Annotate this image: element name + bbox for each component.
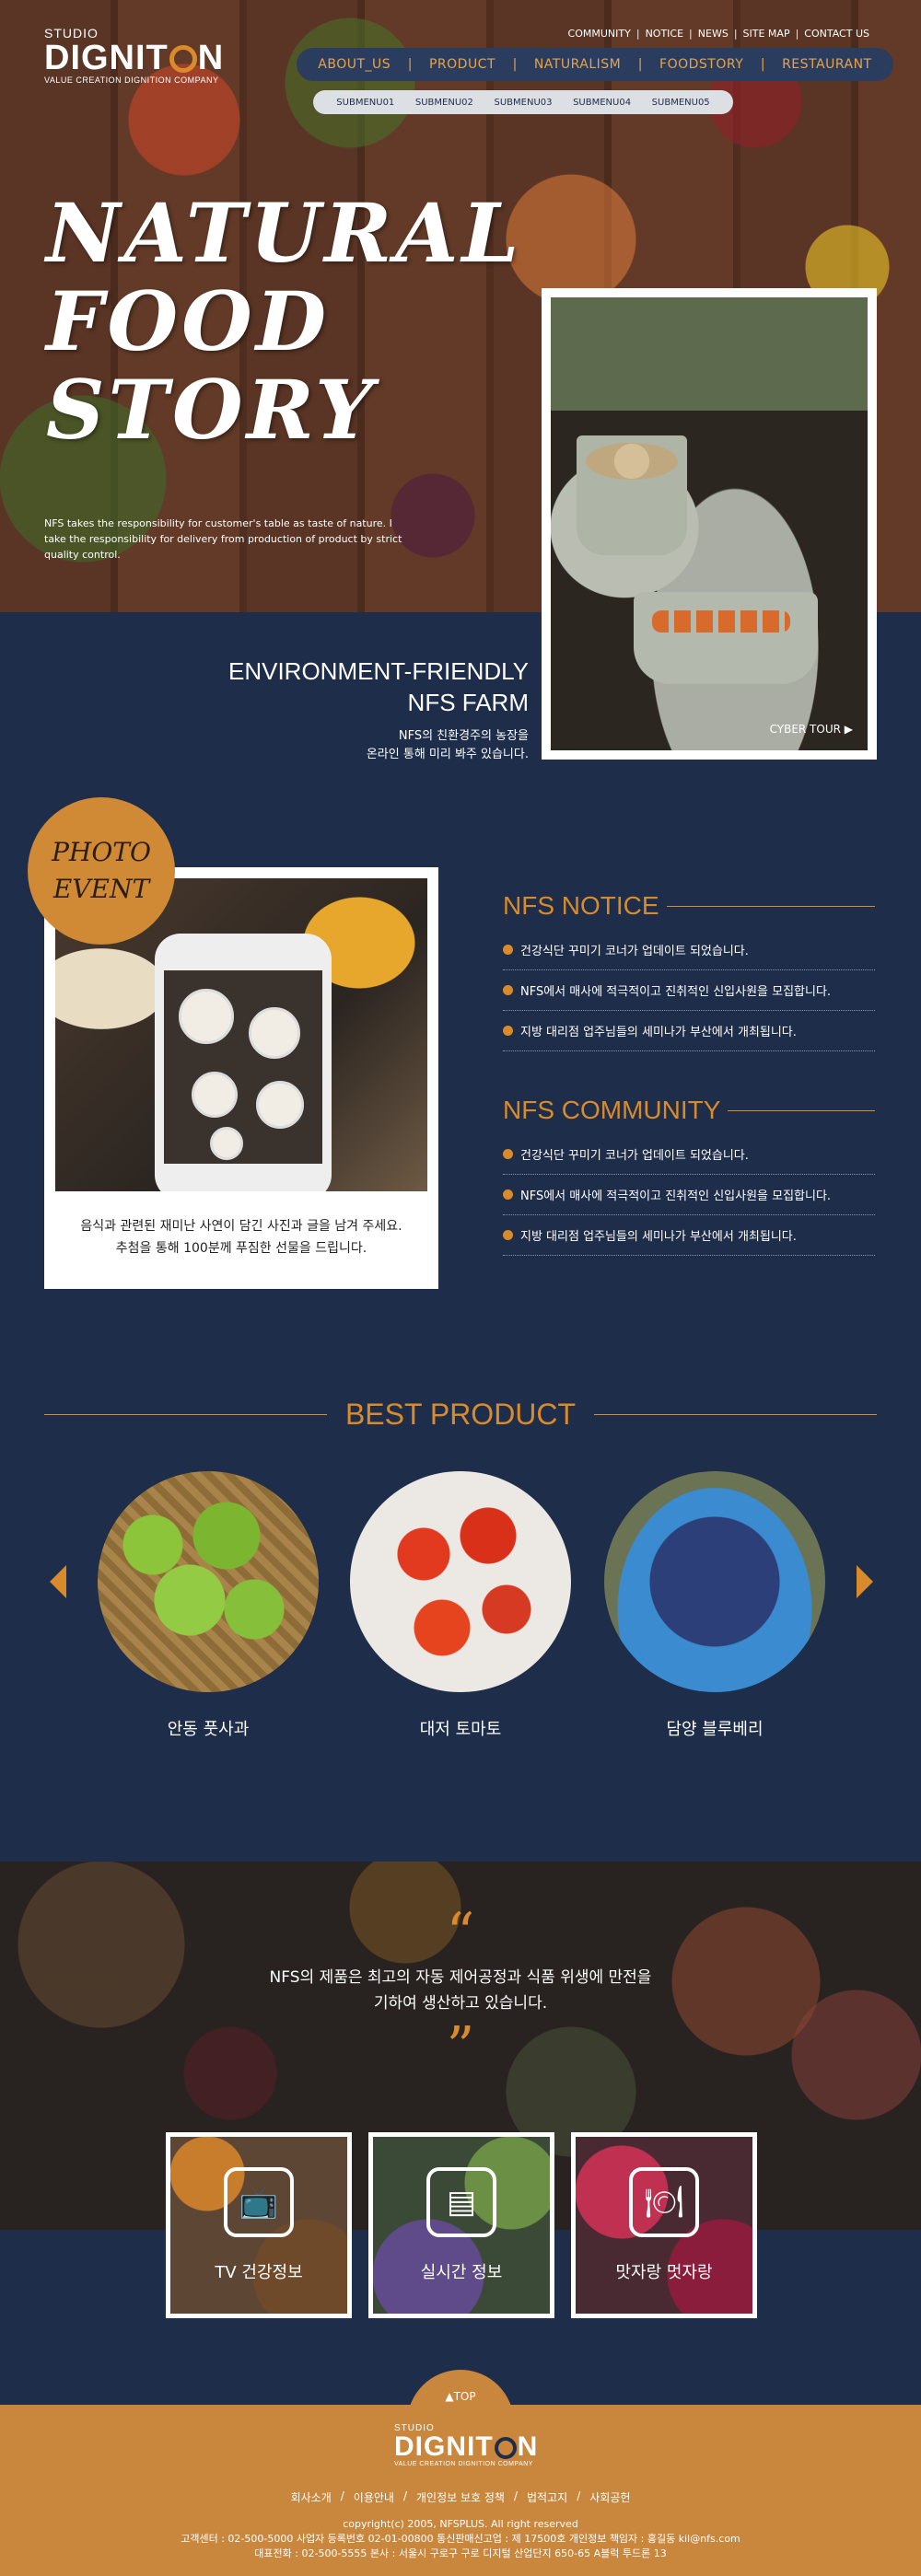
bullet-icon: [503, 1149, 513, 1159]
product-name: 담양 블루베리: [666, 1720, 764, 1739]
submenu-04[interactable]: SUBMENU04: [573, 98, 631, 108]
footer-link-guide[interactable]: 이용안내: [354, 2489, 394, 2505]
utility-nav: COMMUNITY | NOTICE | NEWS | SITE MAP | CONTA…: [567, 28, 869, 40]
nav-product[interactable]: PRODUCT: [429, 57, 495, 72]
tile-realtime-info[interactable]: ▤ 실시간 정보: [368, 2132, 554, 2318]
nav-about-us[interactable]: ABOUT_US: [318, 57, 391, 72]
submenu-02[interactable]: SUBMENU02: [415, 98, 473, 108]
submenu-03[interactable]: SUBMENU03: [494, 98, 552, 108]
quote-text: NFS의 제품은 최고의 자동 제어공정과 식품 위생에 만전을 기하여 생산하고…: [269, 1968, 652, 2013]
notice-title[interactable]: NFS NOTICE: [503, 891, 659, 921]
hero-title: NATURAL FOOD STORY: [46, 185, 523, 458]
util-sitemap[interactable]: SITE MAP: [743, 28, 790, 40]
quote-block: “ NFS의 제품은 최고의 자동 제어공정과 식품 위생에 만전을 기하여 생산…: [184, 1901, 737, 2080]
notice-item[interactable]: NFS에서 매사에 적극적이고 진취적인 신입사원을 모집합니다.: [503, 970, 875, 1011]
bullet-icon: [503, 1230, 513, 1240]
logo[interactable]: STUDIO DIGNIT N VALUE CREATION DIGNITION …: [44, 26, 224, 85]
logo-wordmark: DIGNIT N: [44, 39, 225, 77]
notice-item[interactable]: 지방 대리점 업주님들의 세미나가 부산에서 개최됩니다.: [503, 1011, 875, 1051]
community-item[interactable]: 지방 대리점 업주님들의 세미나가 부산에서 개최됩니다.: [503, 1215, 875, 1256]
tile-taste[interactable]: 🍽 맛자랑 멋자랑: [571, 2132, 757, 2318]
util-community[interactable]: COMMUNITY: [568, 28, 631, 40]
util-contact[interactable]: CONTACT US: [804, 28, 869, 40]
footer: STUDIO DIGNIT N VALUE CREATION DIGNITION …: [0, 2405, 921, 2576]
hero-description: NFS takes the responsibility for custome…: [44, 517, 402, 561]
bullet-icon: [503, 1026, 513, 1036]
product-card[interactable]: 대저 토마토: [350, 1471, 571, 1740]
dining-icon: 🍽: [629, 2167, 699, 2237]
event-description: 음식과 관련된 재미난 사연이 담긴 사진과 글을 남겨 주세요. 추첨을 통해…: [80, 1219, 402, 1256]
nav-foodstory[interactable]: FOODSTORY: [659, 57, 743, 72]
tomato-image: [350, 1471, 571, 1692]
farm-intro: ENVIRONMENT-FRIENDLY NFS FARM NFS의 친환경주의…: [228, 656, 529, 764]
product-card[interactable]: 담양 블루베리: [604, 1471, 825, 1740]
next-arrow-icon[interactable]: [857, 1565, 873, 1598]
footer-logo[interactable]: STUDIO DIGNIT N VALUE CREATION DIGNITION …: [394, 2423, 538, 2467]
footer-link-social[interactable]: 사회공헌: [589, 2489, 630, 2505]
footer-link-legal[interactable]: 법적고지: [527, 2489, 567, 2505]
submenu-01[interactable]: SUBMENU01: [336, 98, 394, 108]
tv-icon: 📺: [224, 2167, 294, 2237]
farm-description: NFS의 친환경주의 농장을 온라인 통해 미리 봐주 있습니다.: [366, 729, 529, 761]
notice-item[interactable]: 건강식단 꾸미기 코너가 업데이트 되었습니다.: [503, 930, 875, 970]
farm-photo-frame[interactable]: CYBER TOUR ▶: [542, 288, 877, 760]
close-quote-icon: ”: [446, 2015, 475, 2080]
community-item[interactable]: NFS에서 매사에 적극적이고 진취적인 신입사원을 모집합니다.: [503, 1175, 875, 1215]
nav-naturalism[interactable]: NATURALISM: [534, 57, 621, 72]
mobile-chat-icon: ▤: [426, 2167, 496, 2237]
bullet-icon: [503, 945, 513, 955]
product-card[interactable]: 안동 풋사과: [98, 1471, 319, 1740]
logo-o-icon: [169, 45, 197, 73]
util-notice[interactable]: NOTICE: [646, 28, 683, 40]
logo-o-icon: [494, 2437, 517, 2459]
potato-bucket-image: [577, 435, 687, 555]
best-product-heading: BEST PRODUCT: [44, 1398, 878, 1432]
community-board: NFS COMMUNITY 건강식단 꾸미기 코너가 업데이트 되었습니다. N…: [503, 1096, 875, 1256]
footer-link-privacy[interactable]: 개인정보 보호 정책: [416, 2489, 505, 2505]
util-news[interactable]: NEWS: [698, 28, 729, 40]
product-name: 대저 토마토: [419, 1720, 502, 1739]
apple-image: [98, 1471, 319, 1692]
farm-title: ENVIRONMENT-FRIENDLY NFS FARM: [228, 657, 529, 716]
open-quote-icon: “: [446, 1901, 475, 1966]
community-title[interactable]: NFS COMMUNITY: [503, 1096, 720, 1125]
tile-tv-health[interactable]: 📺 TV 건강정보: [166, 2132, 352, 2318]
submenu-05[interactable]: SUBMENU05: [652, 98, 710, 108]
logo-tagline: VALUE CREATION DIGNITION COMPANY: [44, 75, 219, 85]
cyber-tour-link[interactable]: CYBER TOUR ▶: [770, 723, 853, 736]
prev-arrow-icon[interactable]: [50, 1565, 66, 1598]
community-item[interactable]: 건강식단 꾸미기 코너가 업데이트 되었습니다.: [503, 1134, 875, 1175]
bullet-icon: [503, 985, 513, 995]
photo-event-badge[interactable]: PHOTO EVENT: [28, 797, 175, 945]
footer-info: copyright(c) 2005, NFSPLUS. All right re…: [181, 2518, 740, 2559]
submenu-bar: SUBMENU01 SUBMENU02 SUBMENU03 SUBMENU04 …: [313, 90, 733, 114]
footer-links: 회사소개 / 이용안내 / 개인정보 보호 정책 / 법적고지 / 사회공헌: [290, 2489, 631, 2505]
notice-board: NFS NOTICE 건강식단 꾸미기 코너가 업데이트 되었습니다. NFS에…: [503, 891, 875, 1051]
smartphone-image: [155, 934, 332, 1191]
product-name: 안동 풋사과: [167, 1720, 250, 1739]
footer-link-company[interactable]: 회사소개: [291, 2489, 332, 2505]
farm-photo: CYBER TOUR ▶: [551, 297, 868, 750]
main-nav: ABOUT_US | PRODUCT | NATURALISM | FOODSTORY…: [297, 48, 893, 81]
bullet-icon: [503, 1189, 513, 1200]
page: STUDIO DIGNIT N VALUE CREATION DIGNITION …: [0, 0, 921, 2576]
carrot-basket-image: [634, 592, 818, 684]
nav-restaurant[interactable]: RESTAURANT: [782, 57, 872, 72]
blueberry-image: [604, 1471, 825, 1692]
